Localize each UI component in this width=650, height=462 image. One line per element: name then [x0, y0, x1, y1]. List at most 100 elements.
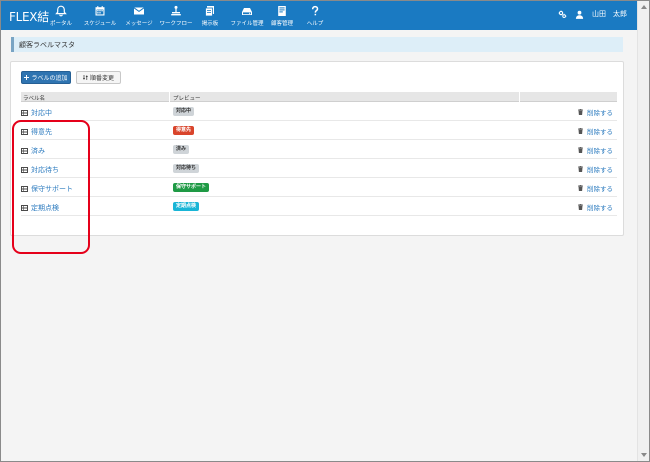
delete-label: 削除する — [587, 128, 613, 136]
change-order-button-label: 順番変更 — [89, 75, 114, 82]
label-name-cell: 定期点検 — [21, 203, 59, 213]
delete-button[interactable]: 削除する — [578, 107, 613, 117]
hdd-icon — [242, 8, 252, 15]
nav-workflow[interactable]: ワークフロー — [158, 4, 194, 28]
label-preview-badge: 済み — [173, 145, 190, 154]
scroll-up-button[interactable] — [638, 1, 650, 13]
label-preview-badge: 定期点検 — [173, 202, 200, 211]
nav-board[interactable]: 掲示板 — [198, 4, 222, 28]
question-icon — [311, 5, 319, 16]
delete-label: 削除する — [587, 147, 613, 155]
customer-icon — [278, 6, 286, 16]
label-preview-badge: 対応中 — [173, 107, 195, 116]
table-row: 対応中 対応中 削除する — [21, 102, 617, 121]
settings-icon[interactable] — [558, 10, 567, 19]
trash-icon — [578, 166, 583, 172]
table-row: 得意先 得意先 削除する — [21, 121, 617, 140]
main-content: 顧客ラベルマスタ ラベルの追加 順番変更 ラベル名 プレビュー 対応中 対応中 削除… — [1, 30, 637, 461]
delete-button[interactable]: 削除する — [578, 164, 613, 174]
chevron-up-icon — [641, 5, 647, 9]
label-preview-badge: 得意先 — [173, 126, 195, 135]
column-header-label-name: ラベル名 — [23, 96, 46, 102]
label-table: ラベル名 プレビュー 対応中 対応中 削除する 得意先 得意先 削除する 済み 済み 削除する対… — [21, 92, 617, 216]
app-logo[interactable]: FLEX結 — [9, 8, 49, 25]
list-icon — [21, 205, 28, 211]
calendar-icon — [95, 6, 105, 16]
table-row: 定期点検 定期点検 削除する — [21, 197, 617, 216]
delete-button[interactable]: 削除する — [578, 202, 613, 212]
label-name-link[interactable]: 対応待ち — [31, 165, 59, 175]
label-name-cell: 得意先 — [21, 127, 52, 137]
add-label-button[interactable]: ラベルの追加 — [21, 71, 71, 84]
change-order-button[interactable]: 順番変更 — [76, 71, 121, 84]
nav-label-board: 掲示板 — [201, 21, 219, 27]
label-name-cell: 保守サポート — [21, 184, 73, 194]
trash-icon — [578, 204, 583, 210]
delete-button[interactable]: 削除する — [578, 126, 613, 136]
nav-label-portal: ポータル — [49, 21, 72, 27]
label-preview-badge: 保守サポート — [173, 183, 210, 192]
label-name-cell: 済み — [21, 146, 45, 156]
user-icon — [575, 10, 584, 19]
table-body: 対応中 対応中 削除する 得意先 得意先 削除する 済み 済み 削除する 対応待ち 対応待ち 削除する… — [21, 102, 617, 216]
user-name[interactable]: 山田 太郎 — [592, 9, 627, 19]
label-name-link[interactable]: 定期点検 — [31, 203, 59, 213]
table-row: 保守サポート 保守サポート 削除する — [21, 178, 617, 197]
column-divider — [169, 92, 170, 102]
nav-help[interactable]: ヘルプ — [304, 4, 326, 28]
list-icon — [21, 167, 28, 173]
nav-label-file-management: ファイル管理 — [230, 21, 264, 27]
trash-icon — [578, 147, 583, 153]
label-name-link[interactable]: 保守サポート — [31, 184, 73, 194]
delete-label: 削除する — [587, 109, 613, 117]
list-icon — [21, 186, 28, 192]
page-heading: 顧客ラベルマスタ — [11, 37, 623, 52]
top-navigation-bar: FLEX結 ポータル スケジュール メッセージ ワークフロー 掲示板 ファイル管… — [1, 1, 637, 30]
add-label-button-label: ラベルの追加 — [31, 75, 68, 82]
vertical-scrollbar[interactable] — [637, 1, 649, 461]
list-icon — [21, 148, 28, 154]
scroll-down-button[interactable] — [638, 449, 650, 461]
bell-icon — [55, 5, 67, 17]
label-name-link[interactable]: 得意先 — [31, 127, 52, 137]
list-icon — [21, 110, 28, 116]
nav-label-message: メッセージ — [125, 21, 153, 27]
delete-label: 削除する — [587, 185, 613, 193]
table-header: ラベル名 プレビュー — [21, 92, 617, 102]
trash-icon — [578, 185, 583, 191]
nav-message[interactable]: メッセージ — [124, 4, 154, 28]
label-name-cell: 対応中 — [21, 108, 52, 118]
trash-icon — [578, 109, 583, 115]
label-name-cell: 対応待ち — [21, 165, 59, 175]
label-list-panel: ラベルの追加 順番変更 ラベル名 プレビュー 対応中 対応中 削除する 得意先 得意先削… — [10, 61, 624, 236]
delete-label: 削除する — [587, 204, 613, 212]
nav-schedule[interactable]: スケジュール — [80, 4, 120, 28]
nav-label-schedule: スケジュール — [83, 21, 117, 27]
chevron-down-icon — [641, 453, 647, 457]
column-header-preview: プレビュー — [173, 96, 201, 102]
workflow-icon — [171, 5, 181, 16]
table-row: 対応待ち 対応待ち 削除する — [21, 159, 617, 178]
page-title: 顧客ラベルマスタ — [19, 41, 75, 49]
nav-file-management[interactable]: ファイル管理 — [229, 4, 265, 28]
label-preview-badge: 対応待ち — [173, 164, 200, 173]
nav-label-customer-management: 顧客管理 — [270, 21, 293, 27]
delete-button[interactable]: 削除する — [578, 145, 613, 155]
column-divider — [519, 92, 520, 102]
nav-label-workflow: ワークフロー — [159, 21, 193, 27]
label-name-link[interactable]: 対応中 — [31, 108, 52, 118]
nav-portal[interactable]: ポータル — [48, 4, 74, 28]
nav-customer-management[interactable]: 顧客管理 — [268, 4, 296, 28]
trash-icon — [578, 128, 583, 134]
label-name-link[interactable]: 済み — [31, 146, 45, 156]
nav-label-help: ヘルプ — [306, 21, 324, 27]
envelope-icon — [133, 7, 145, 15]
list-icon — [21, 129, 28, 135]
board-icon — [205, 6, 214, 17]
delete-button[interactable]: 削除する — [578, 183, 613, 193]
delete-label: 削除する — [587, 166, 613, 174]
user-menu[interactable]: 山田 太郎 — [558, 9, 627, 19]
sort-icon — [82, 75, 88, 80]
plus-icon — [24, 75, 30, 80]
table-row: 済み 済み 削除する — [21, 140, 617, 159]
